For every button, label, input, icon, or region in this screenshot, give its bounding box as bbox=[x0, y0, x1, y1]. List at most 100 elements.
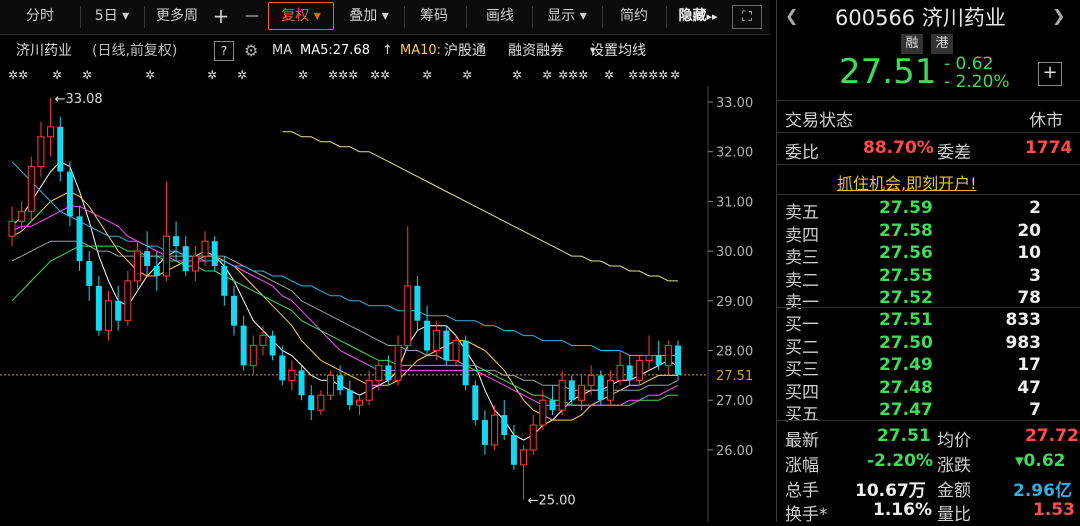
divider bbox=[777, 164, 1080, 165]
zoom-in-button[interactable]: + bbox=[208, 3, 234, 29]
kline-svg[interactable]: 33.00 32.00 31.00 30.00 29.00 28.00 27.00 26.00… bbox=[0, 86, 770, 522]
event-marker-icon[interactable]: ✲✲✲✲ bbox=[628, 68, 668, 82]
gang-badge: 港 bbox=[931, 34, 953, 54]
event-marker-icon[interactable]: ✲ bbox=[512, 68, 522, 82]
candle-body bbox=[76, 216, 83, 262]
event-marker-icon[interactable]: ✲✲ bbox=[370, 68, 390, 82]
high-price-label: ←33.08 bbox=[55, 92, 103, 107]
event-marker-icon[interactable]: ✲✲✲ bbox=[328, 68, 358, 82]
event-marker-icon[interactable]: ✲✲✲ bbox=[558, 68, 588, 82]
bid-price: 27.48 bbox=[879, 377, 933, 398]
toolbar-separator bbox=[144, 6, 145, 28]
add-watchlist-button[interactable]: + bbox=[1038, 62, 1062, 86]
event-marker-icon[interactable]: ✲ bbox=[52, 68, 62, 82]
ask-level-row[interactable]: 卖二 27.55 3 bbox=[777, 266, 1080, 291]
rong-badge: 融 bbox=[901, 34, 923, 54]
ask-level-row[interactable]: 卖四 27.58 20 bbox=[777, 220, 1080, 246]
event-marker-icon[interactable]: ✲ bbox=[670, 68, 680, 82]
divider bbox=[777, 132, 1080, 133]
candle-body bbox=[491, 414, 499, 446]
chouma-button[interactable]: 筹码 bbox=[408, 3, 460, 29]
ask-level-row[interactable]: 卖一 27.52 78 bbox=[777, 288, 1080, 313]
more-period-button[interactable]: 更多周 bbox=[148, 3, 206, 29]
event-marker-icon[interactable]: ✲ bbox=[542, 68, 552, 82]
bid-level-row[interactable]: 买三 27.49 17 bbox=[777, 355, 1080, 380]
period-select[interactable]: 5日 ▾ bbox=[84, 3, 140, 29]
event-marker-icon[interactable]: ✲ bbox=[207, 68, 217, 82]
ask-price: 27.52 bbox=[879, 288, 933, 308]
bid-level-label: 买一 bbox=[785, 315, 819, 335]
bid-volume: 7 bbox=[1029, 400, 1041, 420]
bid-volume: 833 bbox=[1005, 310, 1042, 330]
fenshi-button[interactable]: 分时 bbox=[4, 3, 76, 29]
bid-price: 27.51 bbox=[879, 310, 933, 330]
event-marker-icon[interactable]: ✲ bbox=[298, 68, 308, 82]
ma5-value: MA5:27.68 bbox=[300, 43, 370, 58]
event-marker-icon[interactable]: ✲✲ bbox=[8, 68, 28, 82]
hgt-link[interactable]: 沪股通 bbox=[444, 36, 486, 66]
fuquan-select[interactable]: 复权 ▾ bbox=[268, 2, 334, 30]
candle-body bbox=[86, 261, 93, 286]
candle-body bbox=[645, 354, 653, 361]
candle-body bbox=[66, 171, 73, 217]
candle-body bbox=[231, 295, 237, 326]
event-marker-icon[interactable]: ✲ bbox=[82, 68, 92, 82]
diejia-select[interactable]: 叠加 ▾ bbox=[338, 3, 400, 29]
chevron-right-icon[interactable]: ❯ bbox=[1052, 6, 1065, 25]
chevron-left-icon[interactable]: ❮ bbox=[785, 6, 798, 25]
candle-body bbox=[664, 345, 672, 366]
fullscreen-icon[interactable]: ⛶ bbox=[732, 5, 762, 29]
candle-body bbox=[37, 136, 45, 168]
y-tick-label: 31.00 bbox=[716, 195, 753, 210]
candle-body bbox=[173, 236, 180, 247]
toolbar-separator bbox=[532, 6, 533, 28]
y-tick-label: 26.00 bbox=[716, 444, 753, 459]
bid-level-row[interactable]: 买五 27.47 7 bbox=[777, 400, 1080, 425]
event-marker-icon[interactable]: ✲ bbox=[462, 68, 472, 82]
open-account-link[interactable]: 抓住机会,即刻开户! bbox=[837, 170, 977, 194]
ask-level-label: 卖二 bbox=[785, 270, 819, 291]
chart-mode: (日线,前复权) bbox=[92, 43, 178, 59]
candle-body bbox=[520, 449, 528, 466]
jianyue-button[interactable]: 简约 bbox=[608, 3, 660, 29]
ask-level-row[interactable]: 卖三 27.56 10 bbox=[777, 243, 1080, 268]
hide-panel-button[interactable]: 隐藏▸▸ bbox=[670, 3, 726, 29]
xianshi-select[interactable]: 显示 ▾ bbox=[536, 3, 598, 29]
zoom-out-button[interactable]: — bbox=[238, 3, 266, 29]
candle-body bbox=[675, 345, 681, 375]
ma250-line bbox=[282, 131, 678, 282]
ask-level-row[interactable]: 卖五 27.59 2 bbox=[777, 198, 1080, 223]
bid-level-row[interactable]: 买一 27.51 833 bbox=[777, 310, 1080, 335]
help-icon[interactable]: ? bbox=[214, 41, 234, 61]
candle-body bbox=[240, 325, 247, 366]
candle-body bbox=[279, 355, 286, 381]
event-marker-icon[interactable]: ✲ bbox=[237, 68, 247, 82]
avg-label: 均价 bbox=[937, 431, 971, 451]
bid-level-row[interactable]: 买四 27.48 47 bbox=[777, 377, 1080, 403]
event-marker-icon[interactable]: ✲ bbox=[604, 68, 614, 82]
chg-value: ▾0.62 bbox=[1015, 451, 1066, 471]
candle-body bbox=[211, 241, 218, 267]
avg-value: 27.72 bbox=[1025, 426, 1079, 446]
arrow-up-icon: ↑ bbox=[382, 43, 393, 58]
trade-status-value: 休市 bbox=[1029, 111, 1063, 131]
latest-label: 最新 bbox=[785, 431, 819, 451]
candle-body bbox=[529, 424, 537, 451]
ma-setting-label: 设置均线 bbox=[590, 43, 646, 59]
ask-price: 27.58 bbox=[879, 220, 933, 241]
bid-volume: 983 bbox=[1005, 332, 1042, 353]
rzrq-link[interactable]: 融资融券 bbox=[508, 36, 564, 66]
kline-chart[interactable]: 33.00 32.00 31.00 30.00 29.00 28.00 27.00 26.00… bbox=[0, 86, 770, 522]
gear-icon[interactable]: ⚙ bbox=[244, 36, 258, 66]
fuquan-label: 复权 bbox=[281, 8, 310, 24]
candle-body bbox=[346, 390, 353, 406]
event-marker-icon[interactable]: ✲ bbox=[145, 68, 155, 82]
event-marker-icon[interactable]: ✲ bbox=[422, 68, 432, 82]
huaxian-button[interactable]: 画线 bbox=[472, 3, 528, 29]
bid-level-label: 买三 bbox=[785, 360, 819, 380]
candle-body bbox=[549, 400, 556, 411]
ask-volume: 10 bbox=[1017, 243, 1041, 263]
candle-body bbox=[182, 246, 189, 271]
bid-level-row[interactable]: 买二 27.50 983 bbox=[777, 332, 1080, 358]
divider bbox=[777, 100, 1080, 101]
